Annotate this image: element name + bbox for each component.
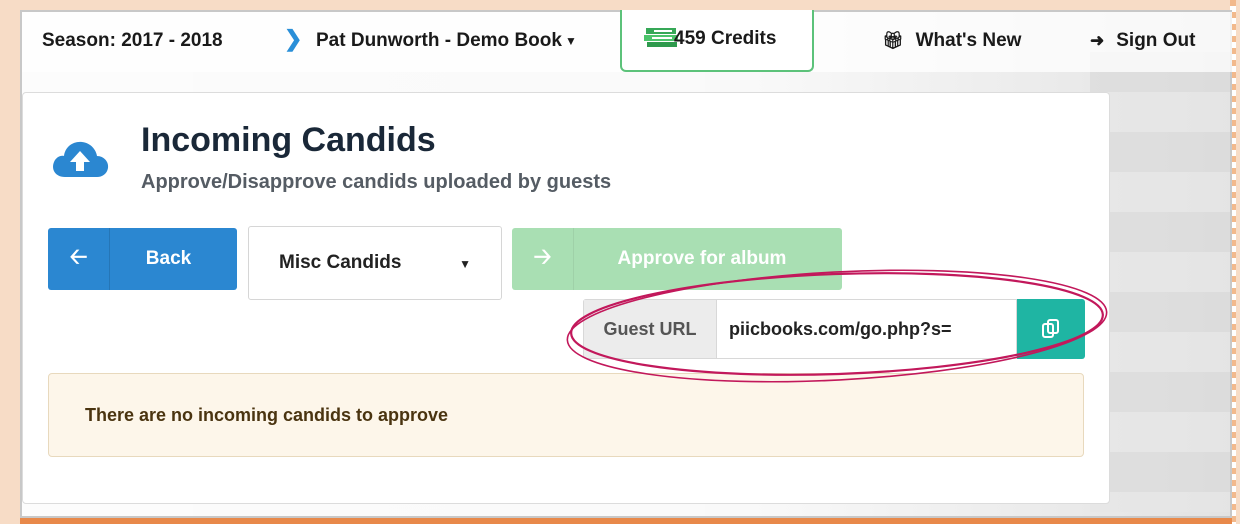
page-title: Incoming Candids bbox=[141, 121, 436, 159]
season-selector[interactable]: Season: 2017 - 2018 bbox=[42, 30, 223, 52]
top-nav: Season: 2017 - 2018 ❯ Pat Dunworth - Dem… bbox=[22, 10, 1232, 72]
whats-new-link[interactable]: 🎁︎ What's New bbox=[882, 30, 1021, 52]
back-button[interactable]: 🡠 Back bbox=[48, 228, 237, 290]
guest-url-label: Guest URL bbox=[583, 299, 717, 359]
category-select-value: Misc Candids bbox=[279, 252, 402, 273]
arrow-left-icon: 🡠 bbox=[48, 228, 110, 290]
caret-down-icon: ▼ bbox=[459, 257, 471, 271]
credits-label: 459 Credits bbox=[674, 28, 777, 49]
book-label: Pat Dunworth - Demo Book bbox=[316, 30, 562, 51]
sign-out-link[interactable]: ➜ Sign Out bbox=[1090, 30, 1195, 52]
arrow-right-icon: 🡢 bbox=[512, 228, 574, 290]
approve-for-album-button[interactable]: 🡢 Approve for album bbox=[512, 228, 842, 290]
gift-icon: 🎁︎ bbox=[882, 31, 904, 50]
whats-new-label: What's New bbox=[915, 30, 1022, 51]
guest-url-input[interactable] bbox=[717, 299, 1017, 359]
copy-url-button[interactable] bbox=[1017, 299, 1085, 359]
frame-bottom-edge bbox=[20, 518, 1232, 524]
copy-icon bbox=[1042, 319, 1059, 338]
page-subtitle: Approve/Disapprove candids uploaded by g… bbox=[141, 171, 612, 193]
book-selector[interactable]: Pat Dunworth - Demo Book ▼ bbox=[316, 30, 577, 52]
sign-out-icon: ➜ bbox=[1090, 31, 1105, 50]
alert-message: There are no incoming candids to approve bbox=[85, 404, 449, 425]
cloud-upload-icon bbox=[53, 141, 109, 177]
empty-state-alert: There are no incoming candids to approve bbox=[48, 373, 1084, 457]
incoming-candids-card: Incoming Candids Approve/Disapprove cand… bbox=[22, 92, 1110, 504]
sign-out-label: Sign Out bbox=[1116, 30, 1196, 51]
caret-down-icon: ▼ bbox=[564, 33, 577, 48]
chevron-right-icon: ❯ bbox=[284, 26, 303, 51]
approve-label: Approve for album bbox=[617, 248, 787, 269]
guest-url-group: Guest URL bbox=[583, 299, 1085, 359]
credits-button[interactable]: 459 Credits bbox=[620, 10, 814, 72]
category-select[interactable]: Misc Candids ▼ bbox=[248, 226, 502, 300]
back-label: Back bbox=[145, 248, 192, 269]
